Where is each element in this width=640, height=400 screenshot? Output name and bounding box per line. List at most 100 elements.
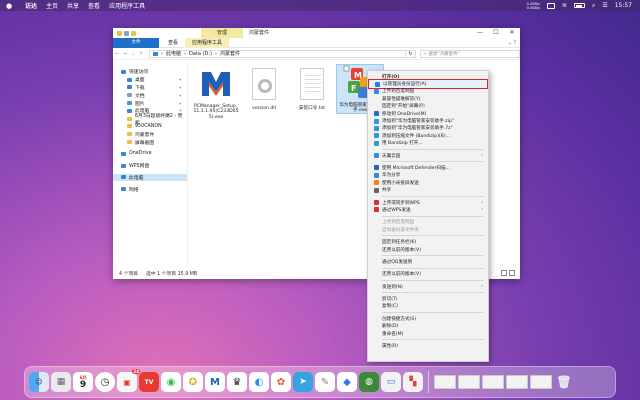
menu-item[interactable]: 共享 [368, 186, 488, 193]
earth-app-icon[interactable]: ◍ [359, 372, 379, 392]
tab-view[interactable]: 查看 [161, 38, 185, 48]
recent-window-thumbnail[interactable] [482, 375, 504, 389]
menu-item[interactable]: 使用 Microsoft Defender扫描... [368, 164, 488, 171]
sidebar-item[interactable]: 图片 ✦ [113, 99, 187, 107]
menu-item[interactable]: 使用小米投屏发送 [368, 179, 488, 186]
sidebar-item[interactable]: 屏幕截图 [113, 138, 187, 146]
menu-item[interactable]: 重命名(M) [368, 330, 488, 337]
photos-icon[interactable]: ✿ [271, 372, 291, 392]
menu-item[interactable]: 还原以前的版本(V) [368, 271, 488, 278]
qa-folder-icon[interactable] [131, 30, 136, 36]
tab-file[interactable]: 文件 [113, 37, 159, 48]
control-center-icon[interactable]: ☰ [602, 2, 607, 9]
menu-item[interactable]: 固定到任务栏(K) [368, 238, 488, 245]
sidebar-item[interactable]: OneDrive [113, 150, 187, 158]
menu-item[interactable]: 属性(R) [368, 342, 488, 349]
menu-item[interactable]: 用 Bandizip 打开... [368, 140, 488, 147]
trash-icon[interactable]: 🗑 [554, 372, 574, 392]
menu-item[interactable]: 兼容性疑难解答(Y) [368, 95, 488, 102]
menu-item[interactable]: 复制(C) [368, 303, 488, 310]
window-app-icon[interactable]: ▭ [381, 372, 401, 392]
tab-app-tools[interactable]: 应用程序工具 [185, 37, 230, 48]
maximize-button[interactable]: ☐ [488, 28, 504, 38]
menu-item[interactable]: 添加到"华为电脑管家安装助手.7z" [368, 125, 488, 132]
sidebar-item[interactable]: 此电脑 [113, 173, 187, 182]
sidebar-item[interactable]: 桌面 ✦ [113, 76, 187, 84]
details-view-icon[interactable] [501, 270, 507, 276]
wifi-icon[interactable]: ≋ [562, 2, 567, 9]
refresh-button[interactable]: ↻ [406, 49, 416, 58]
tv-app-icon[interactable]: TV [139, 372, 159, 392]
sidebar-item[interactable]: 网络 [113, 185, 187, 193]
sidebar-item[interactable]: 950CANON [113, 123, 187, 131]
menu-item[interactable]: 删除(D) [368, 323, 488, 330]
gyroflow-icon[interactable]: ◆ [337, 372, 357, 392]
address-bar[interactable]: › 此电脑 › Data (D:) › 鸿蒙套件 [149, 49, 406, 58]
menu-item[interactable]: 上传或同步到WPS › [368, 199, 488, 206]
file-item[interactable]: PCManager_Setup_11.1.1.95(C233D055).exe [193, 66, 239, 120]
notes-icon[interactable]: ✎ [315, 372, 335, 392]
menu-item-run-as-admin[interactable]: 以管理员身份运行(A) [368, 79, 488, 89]
menu-item[interactable]: 创建快捷方式(S) [368, 315, 488, 322]
large-icons-view-icon[interactable] [509, 270, 515, 276]
telegram-icon[interactable]: ➤ [293, 372, 313, 392]
fantastical-icon[interactable]: ▣ 24 [117, 369, 140, 392]
menu-item[interactable]: 打开(O) [368, 73, 488, 80]
launchpad-icon[interactable]: ▦ [51, 372, 71, 392]
menu-item[interactable]: 通过WPS发送 › [368, 206, 488, 213]
sidebar-item[interactable]: 下载 ✦ [113, 84, 187, 92]
pcmanager-dock-icon[interactable]: M [205, 372, 225, 392]
sidebar-item[interactable]: 快速访问 [113, 68, 187, 76]
sidebar-item[interactable]: 文档 ✦ [113, 91, 187, 99]
menu-item[interactable]: 移动到 OneDrive(M) [368, 110, 488, 117]
search-box[interactable]: ⌕ 搜索"鸿蒙套件" [420, 49, 520, 58]
sidebar-item[interactable]: WPS网盘 [113, 162, 187, 170]
display-icon[interactable] [546, 2, 555, 9]
qa-save-icon[interactable] [124, 30, 129, 36]
forward-arrow-icon[interactable]: → [121, 51, 129, 57]
recent-window-thumbnail[interactable] [506, 375, 528, 389]
recent-window-thumbnail[interactable] [434, 375, 456, 389]
menu-share[interactable]: 共享 [67, 1, 79, 10]
recent-chevron-icon[interactable]: ⌄ [129, 51, 137, 57]
recent-window-thumbnail[interactable] [458, 375, 480, 389]
minimize-button[interactable]: — [472, 28, 488, 38]
menu-app-tools[interactable]: 应用程序工具 [109, 1, 145, 10]
menu-item[interactable]: 发送到(N) › [368, 283, 488, 290]
menu-item[interactable]: 通过QQ发送到 [368, 258, 488, 265]
back-arrow-icon[interactable]: ← [113, 51, 121, 57]
menu-item[interactable]: 上传到百度网盘 [368, 88, 488, 95]
expand-ribbon-icon[interactable]: ⌄ ? [508, 40, 516, 46]
wechat-icon[interactable]: ◉ [161, 372, 181, 392]
file-item[interactable]: version.dll [241, 66, 287, 111]
menu-item[interactable]: 剪切(T) [368, 295, 488, 302]
menu-item[interactable]: 还原以前的版本(V) [368, 246, 488, 253]
medal-app-icon[interactable]: ✪ [183, 372, 203, 392]
manage-context-tab[interactable]: 管理 [201, 28, 243, 38]
close-button[interactable]: ✕ [504, 28, 520, 38]
sidebar-item[interactable]: 6月3日超级终端2 - 更新 [113, 114, 187, 126]
search-icon[interactable]: ⌕ [592, 2, 595, 10]
calendar-icon[interactable]: 6月 9 [73, 372, 93, 392]
menu-item[interactable]: 固定到"开始"屏幕(P) [368, 103, 488, 110]
installer-dock-icon[interactable]: ▚ [403, 372, 423, 392]
menu-app-name[interactable]: 访达 [25, 1, 37, 10]
breadcrumb-data-drive[interactable]: Data (D:) [189, 51, 212, 57]
recent-window-thumbnail[interactable] [530, 375, 552, 389]
sidebar-item[interactable]: 鸿蒙套件 [113, 130, 187, 138]
battery-icon[interactable] [573, 3, 585, 8]
file-item[interactable]: 安装口令.txt [289, 66, 335, 111]
menu-item[interactable]: 天翼云盘 › [368, 152, 488, 159]
menu-item[interactable]: 添加到压缩文件 (Bandizip)(B)... [368, 132, 488, 139]
up-arrow-icon[interactable]: ↑ [137, 51, 145, 57]
edge-icon[interactable]: ◐ [249, 372, 269, 392]
clock-icon[interactable]: ◷ [95, 372, 115, 392]
menu-home[interactable]: 主页 [46, 1, 58, 10]
clock[interactable]: 15:57 [615, 2, 632, 9]
menu-item[interactable]: 华为分享 [368, 172, 488, 179]
breadcrumb-this-pc[interactable]: 此电脑 [166, 50, 181, 57]
finder-icon[interactable]: ☺ [29, 372, 49, 392]
menu-view[interactable]: 查看 [88, 1, 100, 10]
menu-item[interactable]: 添加到"华为电脑管家安装助手.zip" [368, 117, 488, 124]
apple-logo-icon[interactable]: ● [6, 2, 16, 10]
